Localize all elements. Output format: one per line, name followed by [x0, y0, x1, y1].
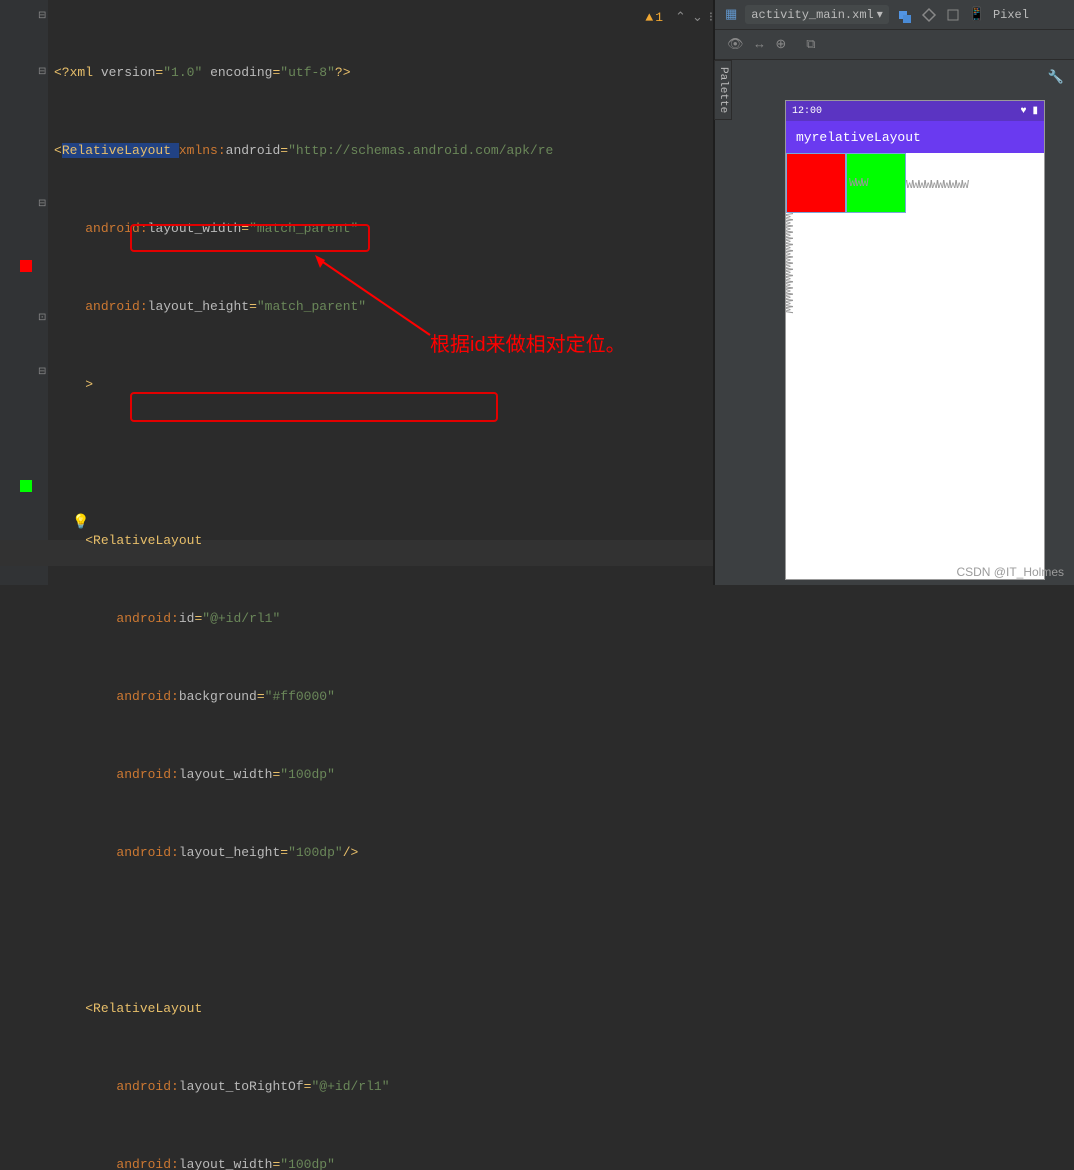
- fold-icon[interactable]: ⊟: [38, 366, 48, 376]
- green-square: WWW: [846, 153, 906, 213]
- orientation-icon[interactable]: [921, 7, 937, 23]
- color-swatch-green: [20, 480, 32, 492]
- annotation-text: 根据id来做相对定位。: [430, 328, 626, 357]
- magnet-icon[interactable]: ⧉: [806, 37, 815, 52]
- warning-count: 1: [655, 10, 663, 25]
- code-content[interactable]: <?xml version="1.0" encoding="utf-8"?> <…: [48, 0, 713, 585]
- nav-menu-icon[interactable]: ⁝: [709, 10, 713, 25]
- bulb-icon[interactable]: 💡: [72, 514, 89, 531]
- palette-tab[interactable]: Palette: [714, 60, 732, 120]
- phone-icon[interactable]: 📱: [969, 7, 985, 22]
- fold-icon[interactable]: ⊟: [38, 66, 48, 76]
- nav-down-icon[interactable]: ⌄: [692, 10, 703, 25]
- red-square: [786, 153, 846, 213]
- app-bar: myrelativeLayout: [786, 121, 1044, 153]
- logo-icon: ▦: [725, 7, 737, 22]
- eye-icon[interactable]: 👁: [727, 37, 744, 52]
- watermark: CSDN @IT_Holmes: [956, 565, 1064, 579]
- tag-relativelayout: RelativeLayout: [62, 143, 179, 158]
- status-icons: ♥ ▮: [1020, 105, 1038, 117]
- nav-arrows: ⌃ ⌄ ⁝: [675, 10, 713, 25]
- zoom-icon[interactable]: ⊕: [775, 37, 786, 52]
- file-dropdown[interactable]: activity_main.xml ▾: [745, 5, 888, 24]
- device-label: Pixel: [993, 8, 1029, 22]
- fold-icon[interactable]: ⊟: [38, 10, 48, 20]
- fold-icon[interactable]: ⊟: [38, 198, 48, 208]
- warning-icon: ▲: [645, 10, 653, 25]
- status-time: 12:00: [792, 106, 822, 117]
- layers-icon[interactable]: [897, 7, 913, 23]
- design-tabs: ▦ activity_main.xml ▾ 📱 Pixel: [715, 0, 1074, 30]
- design-toolbar: 👁 ↔ ⊕ ⧉: [715, 30, 1074, 60]
- resize-icon[interactable]: ↔: [756, 37, 764, 52]
- app-title: myrelativeLayout: [796, 130, 921, 145]
- preview-area[interactable]: 🔧 12:00 ♥ ▮ myrelativeLayout WWW WWWWWWW…: [715, 60, 1074, 585]
- spring-icon: WWW: [849, 176, 868, 190]
- warning-badge[interactable]: ▲ 1: [645, 10, 663, 25]
- spring-icon: WWWWWWWWWW: [906, 178, 968, 192]
- spring-icon: WWWWWWWWWWWWWWWW: [785, 213, 795, 312]
- fold-icon[interactable]: ⊡: [38, 312, 48, 322]
- phone-body: WWW WWWWWWWWWW WWWWWWWWWWWWWWWW: [786, 153, 1044, 579]
- chevron-down-icon: ▾: [877, 7, 883, 22]
- phone-preview: 12:00 ♥ ▮ myrelativeLayout WWW WWWWWWWWW…: [785, 100, 1045, 580]
- status-bar: 12:00 ♥ ▮: [786, 101, 1044, 121]
- gutter: ⊟ ⊟ ⊟ ⊡ ⊟: [0, 0, 48, 585]
- theme-icon[interactable]: [945, 7, 961, 23]
- code-editor[interactable]: ⊟ ⊟ ⊟ ⊡ ⊟ <?xml version="1.0" encoding="…: [0, 0, 714, 585]
- design-panel: ▦ activity_main.xml ▾ 📱 Pixel 👁 ↔ ⊕ ⧉ 🔧 …: [714, 0, 1074, 585]
- color-swatch-red: [20, 260, 32, 272]
- wrench-icon[interactable]: 🔧: [1048, 70, 1064, 85]
- nav-up-icon[interactable]: ⌃: [675, 10, 686, 25]
- xml-decl: <?xml: [54, 65, 101, 80]
